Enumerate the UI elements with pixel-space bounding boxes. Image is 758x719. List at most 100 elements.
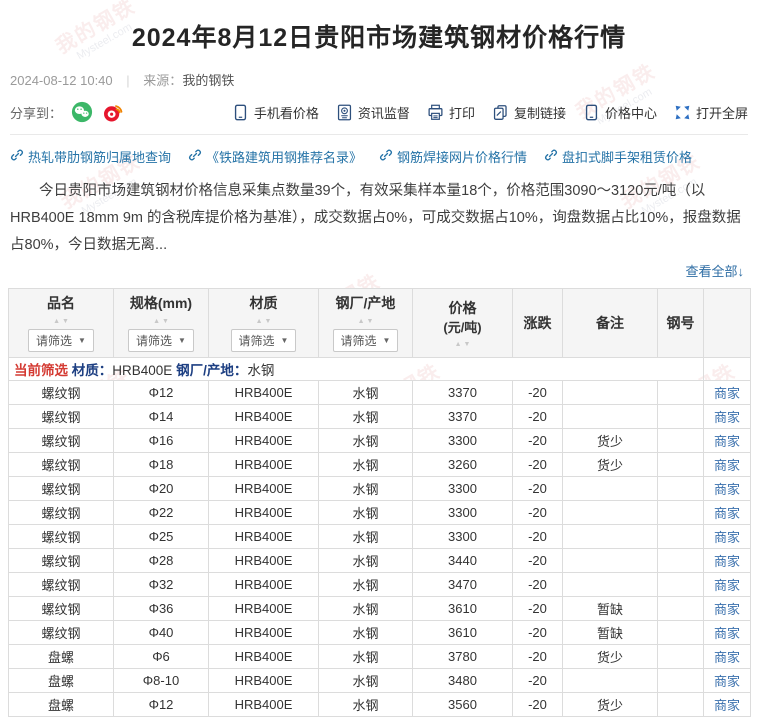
cell-remark (562, 571, 658, 597)
current-filter-cell: 当前筛选 材质：HRB400E 钢厂/产地：水钢 (8, 356, 704, 381)
column-label: 涨跌 (523, 314, 552, 331)
cell-spec: Φ36 (113, 595, 209, 621)
column-header[interactable]: 品名 ▲ ▼ 请筛选 ▼ (8, 288, 114, 358)
quick-link[interactable]: 钢筋焊接网片价格行情 (379, 147, 527, 166)
cell-merchant: 商家 (703, 427, 751, 453)
sort-icon[interactable]: ▲ ▼ (321, 315, 410, 325)
toolbar-copy-link[interactable]: 复制链接 (492, 103, 566, 122)
mill-filter-value: 水钢 (247, 362, 275, 378)
sort-icon[interactable]: ▲ ▼ (116, 315, 206, 325)
cell-change: -20 (512, 643, 563, 669)
merchant-link[interactable]: 商家 (714, 674, 740, 689)
printer-icon (427, 104, 444, 121)
chevron-down-icon: ▼ (280, 335, 289, 345)
merchant-link[interactable]: 商家 (714, 410, 740, 425)
toolbar-print[interactable]: 打印 (427, 103, 475, 122)
cell-name: 盘螺 (8, 691, 114, 717)
merchant-link[interactable]: 商家 (714, 626, 740, 641)
sort-icon[interactable]: ▲ ▼ (415, 338, 510, 348)
cell-price: 3300 (412, 475, 513, 501)
cell-merchant: 商家 (703, 499, 751, 525)
wechat-icon[interactable] (71, 101, 93, 123)
filter-dropdown[interactable]: 请筛选 ▼ (28, 328, 94, 352)
merchant-link[interactable]: 商家 (714, 458, 740, 473)
merchant-link[interactable]: 商家 (714, 506, 740, 521)
column-header (703, 288, 751, 358)
column-label: 钢号 (666, 314, 695, 331)
cell-spec: Φ20 (113, 475, 209, 501)
filter-dropdown[interactable]: 请筛选 ▼ (332, 328, 399, 352)
toolbar-fullscreen[interactable]: 打开全屏 (674, 103, 748, 122)
cell-change: -20 (512, 571, 563, 597)
chevron-down-icon: ▼ (78, 335, 86, 345)
cell-spec: Φ14 (113, 403, 209, 429)
cell-merchant: 商家 (703, 523, 751, 549)
sort-icon[interactable]: ▲ ▼ (211, 315, 316, 325)
table-row: 盘螺 Φ12 HRB400E 水钢 3560 -20 货少 商家 (8, 691, 751, 717)
merchant-link[interactable]: 商家 (714, 554, 740, 569)
toolbar-price-center[interactable]: 价格中心 (583, 103, 657, 122)
cell-change: -20 (512, 403, 563, 429)
cell-steel_no (657, 451, 704, 477)
table-row: 螺纹钢 Φ18 HRB400E 水钢 3260 -20 货少 商家 (8, 451, 751, 477)
table-row: 螺纹钢 Φ14 HRB400E 水钢 3370 -20 商家 (8, 403, 751, 429)
cell-spec: Φ40 (113, 619, 209, 645)
merchant-link[interactable]: 商家 (714, 434, 740, 449)
weibo-icon[interactable] (102, 101, 124, 123)
cell-material: HRB400E (208, 523, 319, 549)
filter-placeholder: 请筛选 (36, 333, 73, 348)
cell-spec: Φ16 (113, 427, 209, 453)
merchant-link[interactable]: 商家 (714, 650, 740, 665)
cell-mill: 水钢 (318, 547, 413, 573)
material-filter-value: HRB400E (112, 362, 173, 378)
cell-name: 螺纹钢 (8, 595, 114, 621)
cell-mill: 水钢 (318, 379, 413, 405)
filter-dropdown[interactable]: 请筛选 ▼ (128, 328, 194, 352)
cell-spec: Φ32 (113, 571, 209, 597)
table-body: 螺纹钢 Φ12 HRB400E 水钢 3370 -20 商家 螺纹钢 Φ14 HRB400E 水钢 3… (8, 379, 751, 717)
quick-link[interactable]: 热轧带肋钢筋归属地查询 (10, 147, 171, 166)
cell-price: 3480 (412, 667, 513, 693)
fullscreen-icon (674, 104, 691, 121)
cell-price: 3300 (412, 499, 513, 525)
view-all-link[interactable]: 查看全部↓ (0, 261, 744, 280)
price-article-page: 我的钢铁 Mysteel.com 我的钢铁 Mysteel.com 我的钢铁 Mystee… (0, 0, 758, 719)
cell-price: 3370 (412, 403, 513, 429)
cell-change: -20 (512, 523, 563, 549)
merchant-link[interactable]: 商家 (714, 698, 740, 713)
cell-material: HRB400E (208, 475, 319, 501)
filter-dropdown[interactable]: 请筛选 ▼ (230, 328, 297, 352)
cell-name: 螺纹钢 (8, 451, 114, 477)
table-row: 螺纹钢 Φ25 HRB400E 水钢 3300 -20 商家 (8, 523, 751, 549)
quick-link[interactable]: 盘扣式脚手架租赁价格 (544, 147, 692, 166)
page-title: 2024年8月12日贵阳市场建筑钢材价格行情 (131, 24, 627, 52)
merchant-link[interactable]: 商家 (714, 530, 740, 545)
sort-icon[interactable]: ▲ ▼ (11, 315, 111, 325)
toolbar-info-monitor[interactable]: 资讯监督 (336, 103, 410, 122)
cell-mill: 水钢 (318, 643, 413, 669)
link-icon (544, 148, 558, 165)
column-header[interactable]: 规格(mm) ▲ ▼ 请筛选 ▼ (113, 288, 209, 358)
cell-material: HRB400E (208, 667, 319, 693)
toolbar-label: 打开全屏 (695, 105, 748, 121)
publish-date: 2024-08-12 10:40 (10, 73, 113, 88)
cell-remark (562, 667, 658, 693)
column-header[interactable]: 价格 (元/吨) ▲ ▼ (412, 288, 513, 358)
cell-steel_no (657, 571, 704, 597)
merchant-link[interactable]: 商家 (714, 482, 740, 497)
column-header[interactable]: 钢厂/产地 ▲ ▼ 请筛选 ▼ (318, 288, 413, 358)
column-header[interactable]: 材质 ▲ ▼ 请筛选 ▼ (208, 288, 319, 358)
chevron-down-icon: ▼ (382, 335, 391, 345)
merchant-link[interactable]: 商家 (714, 602, 740, 617)
toolbar-label: 价格中心 (604, 105, 657, 121)
cell-price: 3610 (412, 595, 513, 621)
quick-link[interactable]: 《铁路建筑用钢推荐名录》 (188, 147, 362, 166)
cell-change: -20 (512, 691, 563, 717)
cell-change: -20 (512, 427, 563, 453)
toolbar-phone-price[interactable]: 手机看价格 (232, 103, 319, 122)
merchant-link[interactable]: 商家 (714, 578, 740, 593)
cell-name: 螺纹钢 (8, 547, 114, 573)
source-name[interactable]: 我的钢铁 (182, 73, 234, 88)
merchant-link[interactable]: 商家 (714, 386, 740, 401)
column-header: 钢号 (657, 288, 704, 358)
